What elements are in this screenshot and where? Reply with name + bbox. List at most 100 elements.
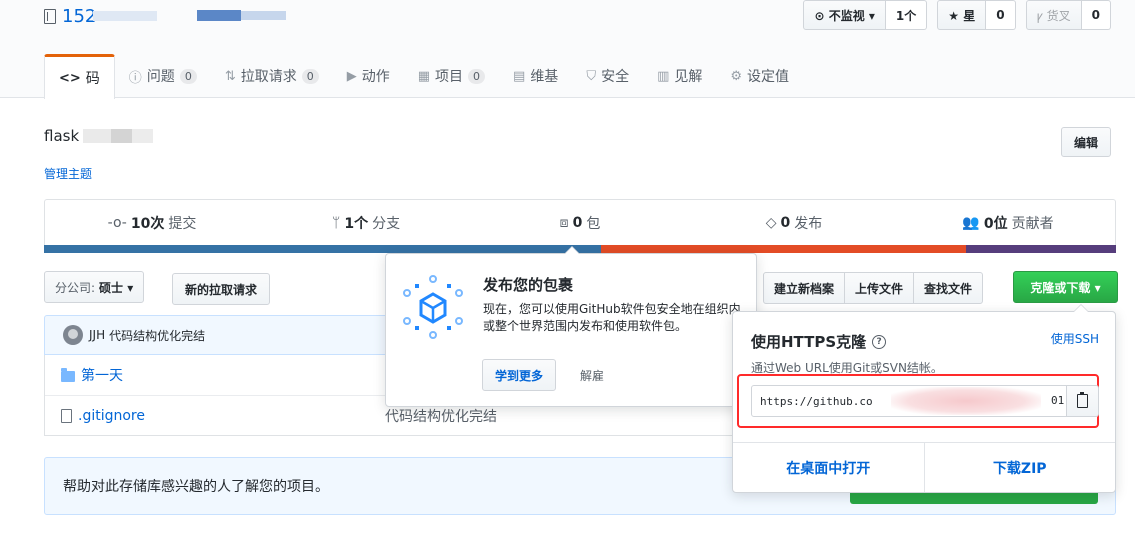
star-group: ★ 星 0 [937,0,1016,30]
manage-topics-link[interactable]: 管理主题 [44,165,92,182]
file-actions: 建立新档案 上传文件 查找文件 [763,272,984,304]
repo-description-text: flask [44,127,80,145]
tab-wiki[interactable]: ▤ 维基 [499,54,572,98]
repo-title[interactable]: 152 [44,4,96,28]
shield-icon: ⛉ [586,68,597,84]
tab-actions[interactable]: ▶ 动作 [333,54,404,98]
packages-popover-title: 发布您的包裹 [483,276,574,294]
download-zip-button[interactable]: 下载ZIP [925,443,1116,492]
redacted-description [83,129,154,143]
language-bar[interactable] [44,245,1116,253]
packages-count: 0 [572,214,583,231]
tab-code[interactable]: <> 码 [44,54,115,99]
fork-button[interactable]: ꝩ 货叉 [1025,0,1082,30]
language-bar-segment[interactable] [44,245,602,253]
watch-button[interactable]: ⊙ 不监视 ▾ [803,0,886,30]
contributors-count: 0位 [983,215,1008,232]
branch-prefix: 分公司: [55,280,96,295]
open-in-desktop-button[interactable]: 在桌面中打开 [733,443,925,492]
fork-group: ꝩ 货叉 0 [1025,0,1111,30]
tab-settings-label: 设定值 [747,69,790,85]
language-bar-segment[interactable] [601,245,966,253]
folder-link[interactable]: 第一天 [81,365,123,385]
tab-projects-label: 项目 [435,69,464,85]
summary-contributors[interactable]: 👥 0位 贡献者 [901,200,1115,245]
new-pull-request-button[interactable]: 新的拉取请求 [172,273,271,305]
packages-popover: 发布您的包裹 现在，您可以使用GitHub软件包安全地在组织内或整个世界范围内发… [385,246,757,407]
book-icon: ▤ [513,68,526,84]
edit-description-button[interactable]: 编辑 [1060,127,1111,157]
issue-icon: ⓘ [128,70,142,86]
tab-actions-label: 动作 [361,69,390,85]
commit-author[interactable]: JJH [89,328,105,342]
branches-count: 1个 [344,215,369,232]
summary-branches[interactable]: ᛘ 1个 分支 [259,200,473,245]
branch-select-button[interactable]: 分公司: 硕士 ▾ [44,271,145,303]
tab-code-label: 码 [85,71,100,87]
find-file-button[interactable]: 查找文件 [913,272,984,304]
clone-or-download-button[interactable]: 克隆或下载 ▾ [1013,271,1118,303]
use-ssh-link[interactable]: 使用SSH [1051,330,1099,347]
pull-requests-counter: 0 [301,68,319,84]
tab-issues-label: 问题 [146,69,175,85]
projects-counter: 0 [468,68,486,84]
repo-nav: <> 码 ⓘ 问题 0 ⇅ 拉取请求 0 ▶ 动作 ▦ 项目 0 ▤ 维基 ⛉ … [44,54,803,99]
dismiss-button[interactable]: 解雇 [580,359,604,391]
learn-more-button[interactable]: 学到更多 [482,359,557,391]
file-link[interactable]: .gitignore [78,408,145,424]
question-icon[interactable]: ? [872,334,887,349]
summary-commits[interactable]: -o- 10次 提交 [45,200,259,245]
redacted-repo-name [197,10,241,21]
code-icon: <> [59,70,81,86]
releases-label: 发布 [794,215,823,232]
clone-footer: 在桌面中打开 下载ZIP [733,442,1115,492]
create-new-file-button[interactable]: 建立新档案 [763,272,846,304]
pull-request-icon: ⇅ [224,68,236,84]
copy-url-button[interactable] [1067,385,1099,417]
repo-book-icon [44,8,56,24]
repo-header: 152 ⊙ 不监视 ▾ 1个 ★ 星 0 ꝩ 货叉 0 <> 码 ⓘ 问题 0 … [0,0,1135,99]
tab-projects[interactable]: ▦ 项目 0 [404,54,499,98]
star-button[interactable]: ★ 星 [937,0,987,30]
tab-pull-requests[interactable]: ⇅ 拉取请求 0 [211,54,333,98]
redacted-url [891,387,1041,415]
watch-count[interactable]: 1个 [885,0,928,30]
clone-dropdown: 使用HTTPS克隆 ? 使用SSH 通过Web URL使用Git或SVN结帐。 … [732,304,1116,493]
watch-group: ⊙ 不监视 ▾ 1个 [803,0,928,30]
clone-url-group: 01 [751,385,1099,417]
upload-files-button[interactable]: 上传文件 [844,272,915,304]
file-icon [61,408,72,423]
packages-label: 包 [586,215,601,232]
people-icon: 👥 [962,214,980,231]
summary-packages[interactable]: ⧈ 0 包 [473,200,687,245]
avatar[interactable] [63,325,83,345]
commit-message[interactable]: 代码结构优化完结 [109,327,205,344]
folder-icon [61,367,75,382]
clone-title-text: 使用HTTPS克隆 [751,333,867,351]
tab-pull-requests-label: 拉取请求 [240,69,297,85]
numbers-summary: -o- 10次 提交 ᛘ 1个 分支 ⧈ 0 包 ◇ 0 发布 👥 0位 贡献者 [44,199,1116,245]
summary-releases[interactable]: ◇ 0 发布 [687,200,901,245]
clipboard-icon [1077,392,1088,408]
tab-security[interactable]: ⛉ 安全 [572,54,643,98]
tab-security-label: 安全 [601,69,630,85]
tab-issues[interactable]: ⓘ 问题 0 [115,54,211,98]
fork-count[interactable]: 0 [1081,0,1111,30]
file-commit-message[interactable]: 代码结构优化完结 [385,406,497,426]
redacted-owner [93,11,157,21]
branch-name: 硕士 ▾ [99,280,134,295]
repo-description: flask [44,127,154,145]
file-name-cell: .gitignore [45,408,385,424]
clone-url-tail: 01 [1051,394,1065,407]
clone-title: 使用HTTPS克隆 ? [751,331,887,352]
star-count[interactable]: 0 [986,0,1016,30]
tab-settings[interactable]: ⚙ 设定值 [716,54,803,98]
graph-icon: ▥ [657,68,670,84]
tab-insights[interactable]: ▥ 见解 [643,54,716,98]
repo-owner-prefix[interactable]: 152 [62,6,96,27]
language-bar-segment[interactable] [965,245,1116,253]
play-icon: ▶ [346,68,357,84]
commit-icon: -o- [107,214,127,231]
releases-count: 0 [780,214,791,231]
pagehead-actions: ⊙ 不监视 ▾ 1个 ★ 星 0 ꝩ 货叉 0 [803,0,1111,30]
